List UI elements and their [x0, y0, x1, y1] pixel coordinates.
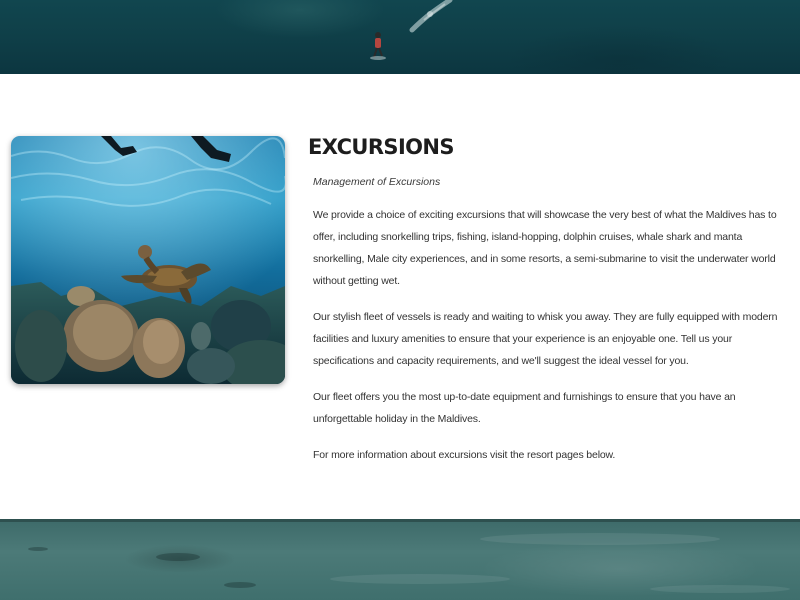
excursions-section: EXCURSIONS Management of Excursions We p… [308, 132, 778, 466]
paragraph-more-info: For more information about excursions vi… [313, 449, 616, 461]
ocean-banner-image [0, 0, 800, 74]
page: EXCURSIONS Management of Excursions We p… [0, 0, 800, 600]
shallow-water-image [28, 533, 790, 593]
shallow-water-banner-image [0, 519, 800, 600]
paragraph-fleet: Our stylish fleet of vessels is ready an… [313, 311, 778, 367]
sea-turtle-photo [11, 136, 285, 384]
section-subtitle: Management of Excursions [313, 176, 441, 188]
paragraph-excursion-options: We provide a choice of exciting excursio… [313, 209, 777, 287]
kitesurfer-icon [370, 32, 386, 60]
section-title: EXCURSIONS [308, 135, 455, 159]
kitesurfer-wake-icon [409, 0, 453, 33]
paragraph-equipment: Our fleet offers you the most up-to-date… [313, 391, 736, 425]
sea-turtle-reef-image [11, 136, 285, 384]
